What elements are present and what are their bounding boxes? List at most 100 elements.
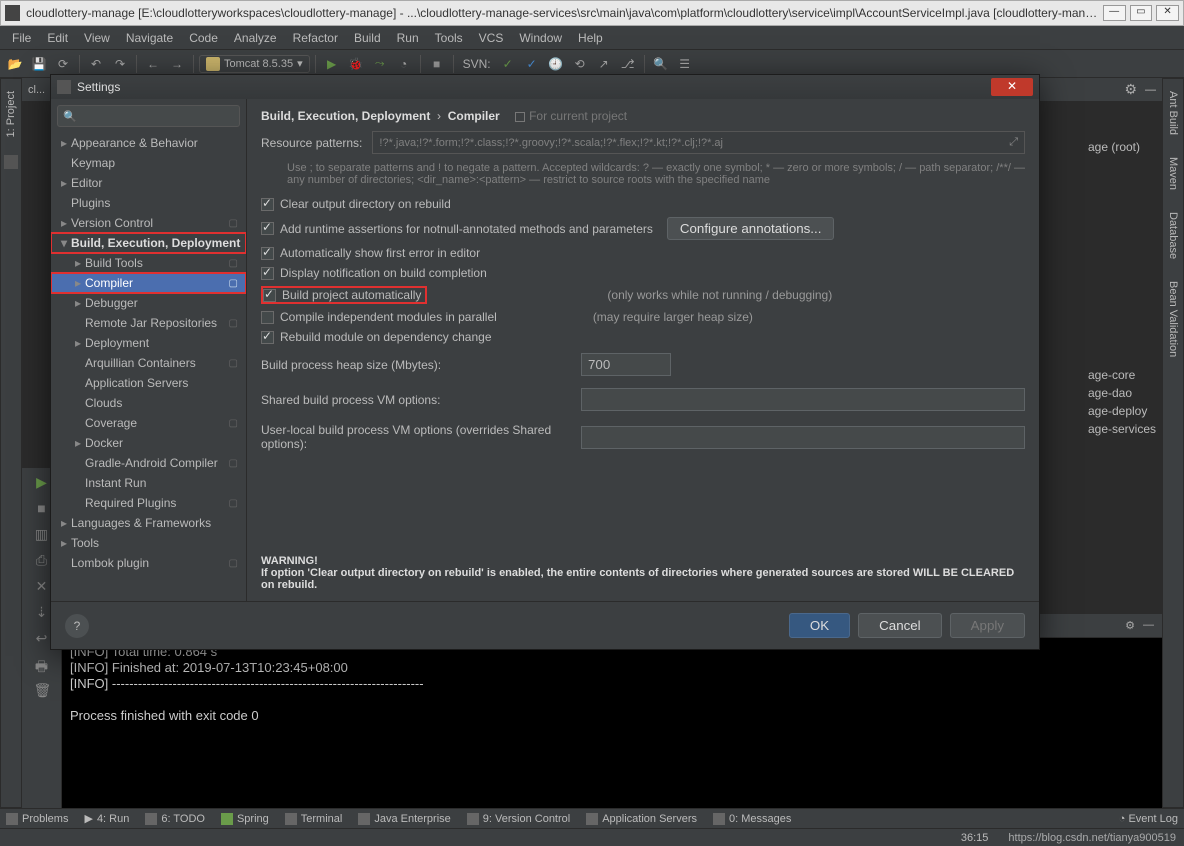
tree-item[interactable]: age-services: [1084, 420, 1160, 438]
tree-lombok[interactable]: Lombok plugin▢: [51, 553, 246, 573]
tree-debugger[interactable]: ▸Debugger: [51, 293, 246, 313]
tool-terminal[interactable]: Terminal: [285, 813, 343, 825]
stop-icon[interactable]: ■: [426, 53, 448, 75]
stop-run-icon[interactable]: ■: [34, 500, 50, 516]
menu-tools[interactable]: Tools: [427, 29, 471, 47]
tree-instant-run[interactable]: Instant Run: [51, 473, 246, 493]
vcs-history-icon[interactable]: 🕘: [545, 53, 567, 75]
tree-tools[interactable]: ▸Tools: [51, 533, 246, 553]
apply-button[interactable]: Apply: [950, 613, 1025, 638]
shared-vm-input[interactable]: [581, 388, 1025, 411]
tree-docker[interactable]: ▸Docker: [51, 433, 246, 453]
tree-plugins[interactable]: Plugins: [51, 193, 246, 213]
search-icon[interactable]: 🔍: [650, 53, 672, 75]
tool-maven[interactable]: Maven: [1167, 153, 1179, 194]
vcs-branch-icon[interactable]: ⎇: [617, 53, 639, 75]
tool-project[interactable]: 1: Project: [5, 87, 17, 141]
minimize-button[interactable]: —: [1103, 5, 1126, 21]
tool-vcs[interactable]: 9: Version Control: [467, 813, 570, 825]
tree-root[interactable]: age (root): [1084, 138, 1160, 156]
gear-icon[interactable]: ⚙: [1125, 619, 1135, 632]
trash-icon[interactable]: 🗑: [34, 682, 50, 698]
open-icon[interactable]: 📂: [4, 53, 26, 75]
menu-navigate[interactable]: Navigate: [118, 29, 181, 47]
tool-messages[interactable]: 0: Messages: [713, 813, 791, 825]
tree-deployment[interactable]: ▸Deployment: [51, 333, 246, 353]
tree-coverage[interactable]: Coverage▢: [51, 413, 246, 433]
event-log[interactable]: ◔ Event Log: [1119, 813, 1178, 825]
configure-annotations-button[interactable]: Configure annotations...: [667, 217, 835, 240]
vcs-rollback-icon[interactable]: ⟲: [569, 53, 591, 75]
debug-icon[interactable]: 🐞: [345, 53, 367, 75]
tree-gradle-android[interactable]: Gradle-Android Compiler▢: [51, 453, 246, 473]
gear-icon[interactable]: ⚙: [1124, 81, 1137, 98]
menu-view[interactable]: View: [76, 29, 118, 47]
tree-item[interactable]: age-core: [1084, 366, 1160, 384]
tool-spring[interactable]: Spring: [221, 813, 269, 825]
runtime-assertions-checkbox[interactable]: Add runtime assertions for notnull-annot…: [261, 222, 653, 236]
tool-todo[interactable]: 6: TODO: [145, 813, 205, 825]
resource-patterns-input[interactable]: !?*.java;!?*.form;!?*.class;!?*.groovy;!…: [372, 131, 1025, 154]
save-icon[interactable]: 💾: [28, 53, 50, 75]
run-icon[interactable]: ▶: [321, 53, 343, 75]
menu-edit[interactable]: Edit: [39, 29, 76, 47]
cancel-button[interactable]: Cancel: [858, 613, 942, 638]
back-icon[interactable]: ←: [142, 53, 164, 75]
tool-javaee[interactable]: Java Enterprise: [358, 813, 450, 825]
refresh-icon[interactable]: ⟳: [52, 53, 74, 75]
help-button[interactable]: ?: [65, 614, 89, 638]
structure-tool-icon[interactable]: [4, 155, 18, 169]
menu-analyze[interactable]: Analyze: [226, 29, 285, 47]
coverage-icon[interactable]: ⤳: [369, 53, 391, 75]
close-button[interactable]: ✕: [1156, 5, 1179, 21]
hide-icon[interactable]: —: [1145, 84, 1156, 96]
menu-window[interactable]: Window: [511, 29, 570, 47]
tree-item[interactable]: age-dao: [1084, 384, 1160, 402]
auto-first-error-checkbox[interactable]: Automatically show first error in editor: [261, 246, 480, 260]
build-auto-checkbox[interactable]: Build project automatically: [263, 288, 421, 302]
maximize-button[interactable]: ▭: [1130, 5, 1153, 21]
tree-editor[interactable]: ▸Editor: [51, 173, 246, 193]
dialog-titlebar[interactable]: Settings ✕: [51, 75, 1039, 99]
tool-appservers[interactable]: Application Servers: [586, 813, 697, 825]
scroll-icon[interactable]: ⇣: [34, 604, 50, 620]
tool-problems[interactable]: Problems: [6, 813, 68, 825]
tree-build-execution-deployment[interactable]: ▾Build, Execution, Deployment: [51, 233, 246, 253]
menu-code[interactable]: Code: [181, 29, 226, 47]
tree-build-tools[interactable]: ▸Build Tools▢: [51, 253, 246, 273]
vcs-update-icon[interactable]: ✓: [521, 53, 543, 75]
compile-parallel-checkbox[interactable]: Compile independent modules in parallel: [261, 310, 497, 324]
tree-app-servers[interactable]: Application Servers: [51, 373, 246, 393]
vcs-commit-icon[interactable]: ✓: [497, 53, 519, 75]
pin-icon[interactable]: ⎙: [34, 552, 50, 568]
tree-clouds[interactable]: Clouds: [51, 393, 246, 413]
layout-icon[interactable]: ▥: [34, 526, 50, 542]
menu-run[interactable]: Run: [389, 29, 427, 47]
clear-output-checkbox[interactable]: Clear output directory on rebuild: [261, 197, 451, 211]
rerun-icon[interactable]: ▶: [34, 474, 50, 490]
expand-icon[interactable]: ⤢: [1009, 136, 1018, 149]
menu-build[interactable]: Build: [346, 29, 389, 47]
tree-item[interactable]: age-deploy: [1084, 402, 1160, 420]
dialog-close-button[interactable]: ✕: [991, 78, 1033, 96]
tree-arquillian[interactable]: Arquillian Containers▢: [51, 353, 246, 373]
profile-icon[interactable]: ◔: [393, 53, 415, 75]
tool-database[interactable]: Database: [1167, 208, 1179, 263]
search-field[interactable]: [77, 109, 254, 124]
close-run-icon[interactable]: ✕: [34, 578, 50, 594]
settings-search-input[interactable]: 🔍: [57, 105, 240, 127]
tree-remote-jar[interactable]: Remote Jar Repositories▢: [51, 313, 246, 333]
tree-keymap[interactable]: Keymap: [51, 153, 246, 173]
print-icon[interactable]: 🖶: [34, 656, 50, 672]
minimize-panel-icon[interactable]: —: [1143, 619, 1154, 632]
menu-refactor[interactable]: Refactor: [285, 29, 346, 47]
tool-ant[interactable]: Ant Build: [1167, 87, 1179, 139]
menu-vcs[interactable]: VCS: [471, 29, 512, 47]
vcs-push-icon[interactable]: ↗: [593, 53, 615, 75]
structure-icon[interactable]: ☰: [674, 53, 696, 75]
tree-compiler[interactable]: ▸Compiler▢: [51, 273, 246, 293]
tool-run[interactable]: ▶4: Run: [84, 812, 129, 825]
menu-file[interactable]: File: [4, 29, 39, 47]
rebuild-dep-checkbox[interactable]: Rebuild module on dependency change: [261, 330, 492, 344]
wrap-icon[interactable]: ↩: [34, 630, 50, 646]
